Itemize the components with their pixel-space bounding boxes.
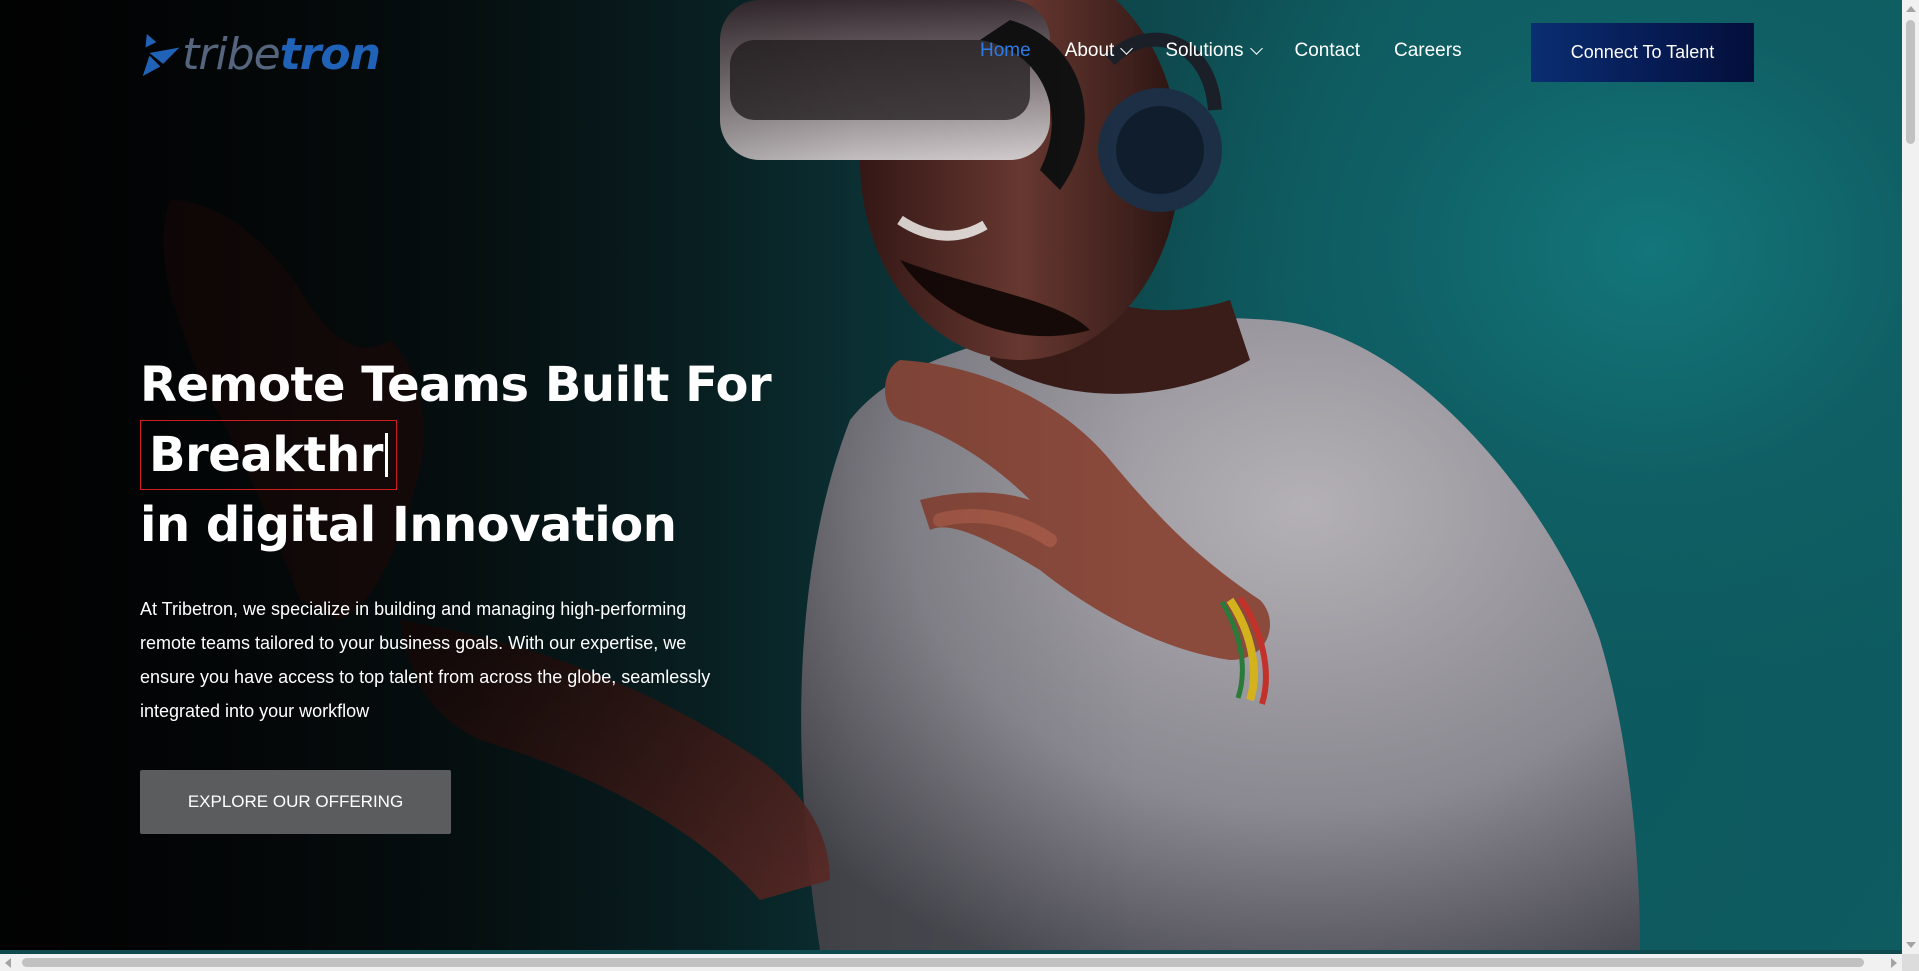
nav-item-solutions[interactable]: Solutions xyxy=(1165,40,1263,62)
scrollbar-corner xyxy=(1902,954,1919,971)
horizontal-scrollbar[interactable] xyxy=(0,954,1902,971)
vertical-scrollbar[interactable] xyxy=(1902,0,1919,954)
horizontal-scroll-thumb[interactable] xyxy=(22,958,1864,967)
hero-title: Remote Teams Built For Breakthr in digit… xyxy=(140,350,772,560)
scroll-left-icon[interactable] xyxy=(5,958,11,968)
nav-item-careers[interactable]: Careers xyxy=(1394,40,1462,62)
hero-title-line-2: Breakthr xyxy=(140,420,771,490)
hero-title-line-3: in digital Innovation xyxy=(140,497,677,553)
typed-text: Breakthr xyxy=(149,427,383,483)
nav-item-label: Contact xyxy=(1294,40,1360,61)
chevron-down-icon xyxy=(1120,42,1134,55)
logo-mark-icon xyxy=(142,33,180,77)
nav-item-label: About xyxy=(1064,40,1115,61)
scroll-right-icon[interactable] xyxy=(1891,958,1897,968)
vertical-scroll-thumb[interactable] xyxy=(1906,20,1915,144)
nav-item-about[interactable]: About xyxy=(1064,40,1134,62)
nav-item-contact[interactable]: Contact xyxy=(1295,40,1360,62)
explore-offering-button[interactable]: EXPLORE OUR OFFERING xyxy=(140,770,451,834)
scroll-up-icon[interactable] xyxy=(1906,6,1916,12)
logo-wordmark: tribetron xyxy=(182,33,381,77)
hero-description: At Tribetron, we specialize in building … xyxy=(140,599,711,721)
logo-text-bold: tron xyxy=(279,29,381,80)
nav-item-home[interactable]: Home xyxy=(980,40,1031,62)
nav-item-label: Solutions xyxy=(1165,40,1244,61)
typed-text-box: Breakthr xyxy=(140,420,397,490)
nav-item-label: Careers xyxy=(1394,40,1462,61)
connect-to-talent-button[interactable]: Connect To Talent xyxy=(1531,23,1754,82)
nav-item-label: Home xyxy=(980,40,1031,61)
hero-title-line-1: Remote Teams Built For xyxy=(140,357,772,413)
page: tribetron Home About Solutions Contact C… xyxy=(0,0,1919,971)
scroll-down-icon[interactable] xyxy=(1906,942,1916,948)
chevron-down-icon xyxy=(1249,42,1263,55)
text-cursor xyxy=(384,433,388,477)
main-nav: Home About Solutions Contact Careers xyxy=(980,40,1462,62)
logo-text-light: tribe xyxy=(182,29,281,80)
brand-logo[interactable]: tribetron xyxy=(140,22,381,88)
